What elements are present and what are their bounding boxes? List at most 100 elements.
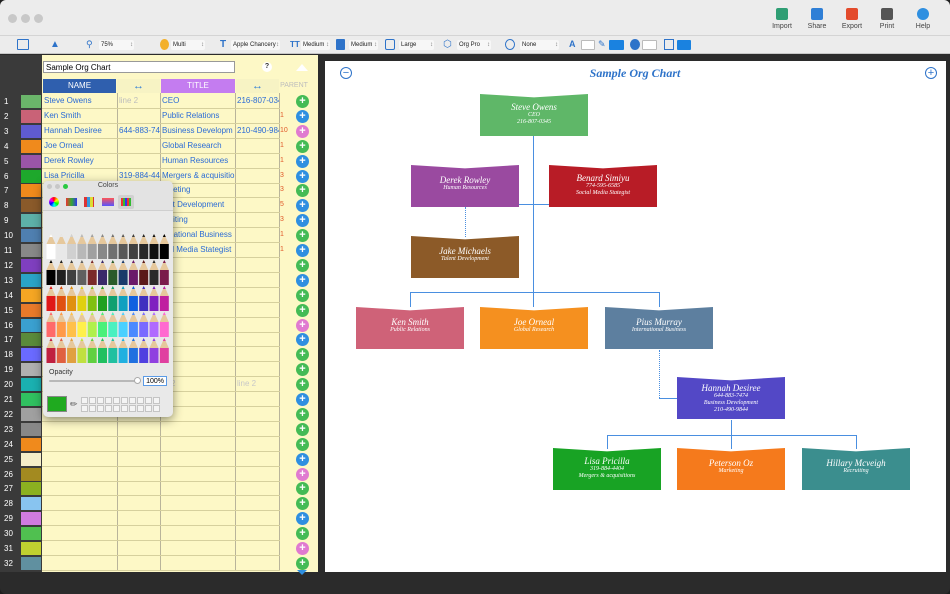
title-cell[interactable]: Global Research [161,139,235,153]
add-child-button[interactable]: + [296,199,309,212]
opacity-value-field[interactable]: 100% [143,376,167,386]
eyedropper-icon[interactable]: ✏ [70,399,78,410]
row-color-swatch[interactable] [21,542,41,555]
row-color-swatch[interactable] [21,274,41,287]
row-color-swatch[interactable] [21,393,41,406]
phone2-cell[interactable] [236,243,279,257]
add-child-button[interactable]: + [296,497,309,510]
row-color-swatch[interactable] [21,438,41,451]
image-palettes-icon[interactable] [102,198,114,206]
org-node[interactable]: Hannah Desiree 644-883-7474 Business Devel… [677,377,785,419]
title-cell[interactable]: Public Relations [161,109,235,123]
chart-title-input[interactable] [43,61,235,73]
row-color-swatch[interactable] [21,199,41,212]
org-node[interactable]: Pius Murray International Business [605,307,713,349]
add-child-button[interactable]: + [296,542,309,555]
row-color-swatch[interactable] [21,348,41,361]
parent-cell[interactable]: 3 [280,213,294,227]
add-child-button[interactable]: + [296,170,309,183]
phone2-cell[interactable] [236,154,279,168]
org-node[interactable]: Lisa Pricilla 319-884-4404 Mergers & acqui… [553,448,661,490]
org-node[interactable]: Derek Rowley Human Resources [411,165,519,207]
zoom-select[interactable]: 75% [99,40,134,50]
title-cell[interactable]: Business Developm [161,124,235,138]
custom-swatch-slot[interactable] [153,397,160,404]
phone-cell[interactable] [118,154,160,168]
name-column-header[interactable]: NAME [43,79,116,93]
row-color-swatch[interactable] [21,319,41,332]
export-button[interactable]: Export [832,8,872,30]
color-sliders-icon[interactable] [66,198,77,206]
placeholder-cell[interactable]: 2 [170,377,210,391]
add-child-button[interactable]: + [296,110,309,123]
phone2-cell[interactable] [236,198,279,212]
close-panel-button[interactable] [47,184,52,189]
phone2-cell[interactable]: 216-807-034 [236,94,279,108]
help-button[interactable]: Help [903,8,943,30]
custom-swatch-slot[interactable] [113,397,120,404]
phone2-cell[interactable]: 210-490-984 [236,124,279,138]
add-child-button[interactable]: + [296,393,309,406]
pencils-tab[interactable] [118,195,134,209]
add-child-button[interactable]: + [296,155,309,168]
add-child-button[interactable]: + [296,229,309,242]
zoom-in-button[interactable]: + [925,67,937,79]
phone2-cell[interactable] [236,183,279,197]
row-color-swatch[interactable] [21,110,41,123]
row-color-swatch[interactable] [21,423,41,436]
add-child-button[interactable]: + [296,184,309,197]
parent-cell[interactable]: 10 [280,124,294,138]
row-color-swatch[interactable] [21,378,41,391]
close-window-button[interactable] [8,14,17,23]
line-color-well[interactable] [642,40,657,50]
row-color-swatch[interactable] [21,244,41,257]
org-node[interactable]: Benard Simiyu 774-595-6585 Social Media St… [549,165,657,207]
org-node[interactable]: Jake Michaels Talent Development [411,236,519,278]
custom-swatch-slot[interactable] [145,397,152,404]
zoom-window-button[interactable] [34,14,43,23]
custom-swatch-slot[interactable] [137,397,144,404]
color-wheel-icon[interactable] [49,197,59,207]
title-column-header[interactable]: TITLE [161,79,235,93]
custom-swatch-slot[interactable] [97,405,104,412]
row-color-swatch[interactable] [21,170,41,183]
row-color-swatch[interactable] [21,304,41,317]
row-color-swatch[interactable] [21,214,41,227]
add-child-button[interactable]: + [296,423,309,436]
zoom-panel-button[interactable] [63,184,68,189]
add-child-button[interactable]: + [296,304,309,317]
sidebar-toggle-icon[interactable] [17,39,29,50]
custom-swatch-slot[interactable] [129,405,136,412]
help-circle-icon[interactable]: ? [262,62,272,72]
custom-swatch-slot[interactable] [97,397,104,404]
row-color-swatch[interactable] [21,184,41,197]
name-cell[interactable]: Ken Smith [43,109,116,123]
spacing-select[interactable]: Large [399,40,434,50]
expand-column-icon[interactable]: ↔ [236,79,279,93]
minimize-window-button[interactable] [21,14,30,23]
custom-swatch-slot[interactable] [89,397,96,404]
add-child-button[interactable]: + [296,482,309,495]
add-child-button[interactable]: + [296,125,309,138]
row-color-swatch[interactable] [21,140,41,153]
row-color-swatch[interactable] [21,497,41,510]
custom-swatch-slot[interactable] [129,397,136,404]
org-node[interactable]: Hillary Mcveigh Recruiting [802,448,910,490]
row-color-swatch[interactable] [21,453,41,466]
parent-cell[interactable]: 1 [280,243,294,257]
phone-cell[interactable]: line 2 [118,94,160,108]
scroll-down-icon[interactable] [297,570,307,575]
add-child-button[interactable]: + [296,214,309,227]
row-color-swatch[interactable] [21,125,41,138]
row-color-swatch[interactable] [21,333,41,346]
custom-swatch-slot[interactable] [81,405,88,412]
add-child-button[interactable]: + [296,333,309,346]
custom-swatch-slot[interactable] [81,397,88,404]
add-child-button[interactable]: + [296,259,309,272]
background-color-well[interactable] [677,40,691,50]
custom-swatch-slot[interactable] [121,397,128,404]
scroll-up-icon[interactable] [296,64,308,71]
expand-column-icon[interactable]: ↔ [117,79,160,93]
row-color-swatch[interactable] [21,527,41,540]
parent-cell[interactable]: 1 [280,228,294,242]
